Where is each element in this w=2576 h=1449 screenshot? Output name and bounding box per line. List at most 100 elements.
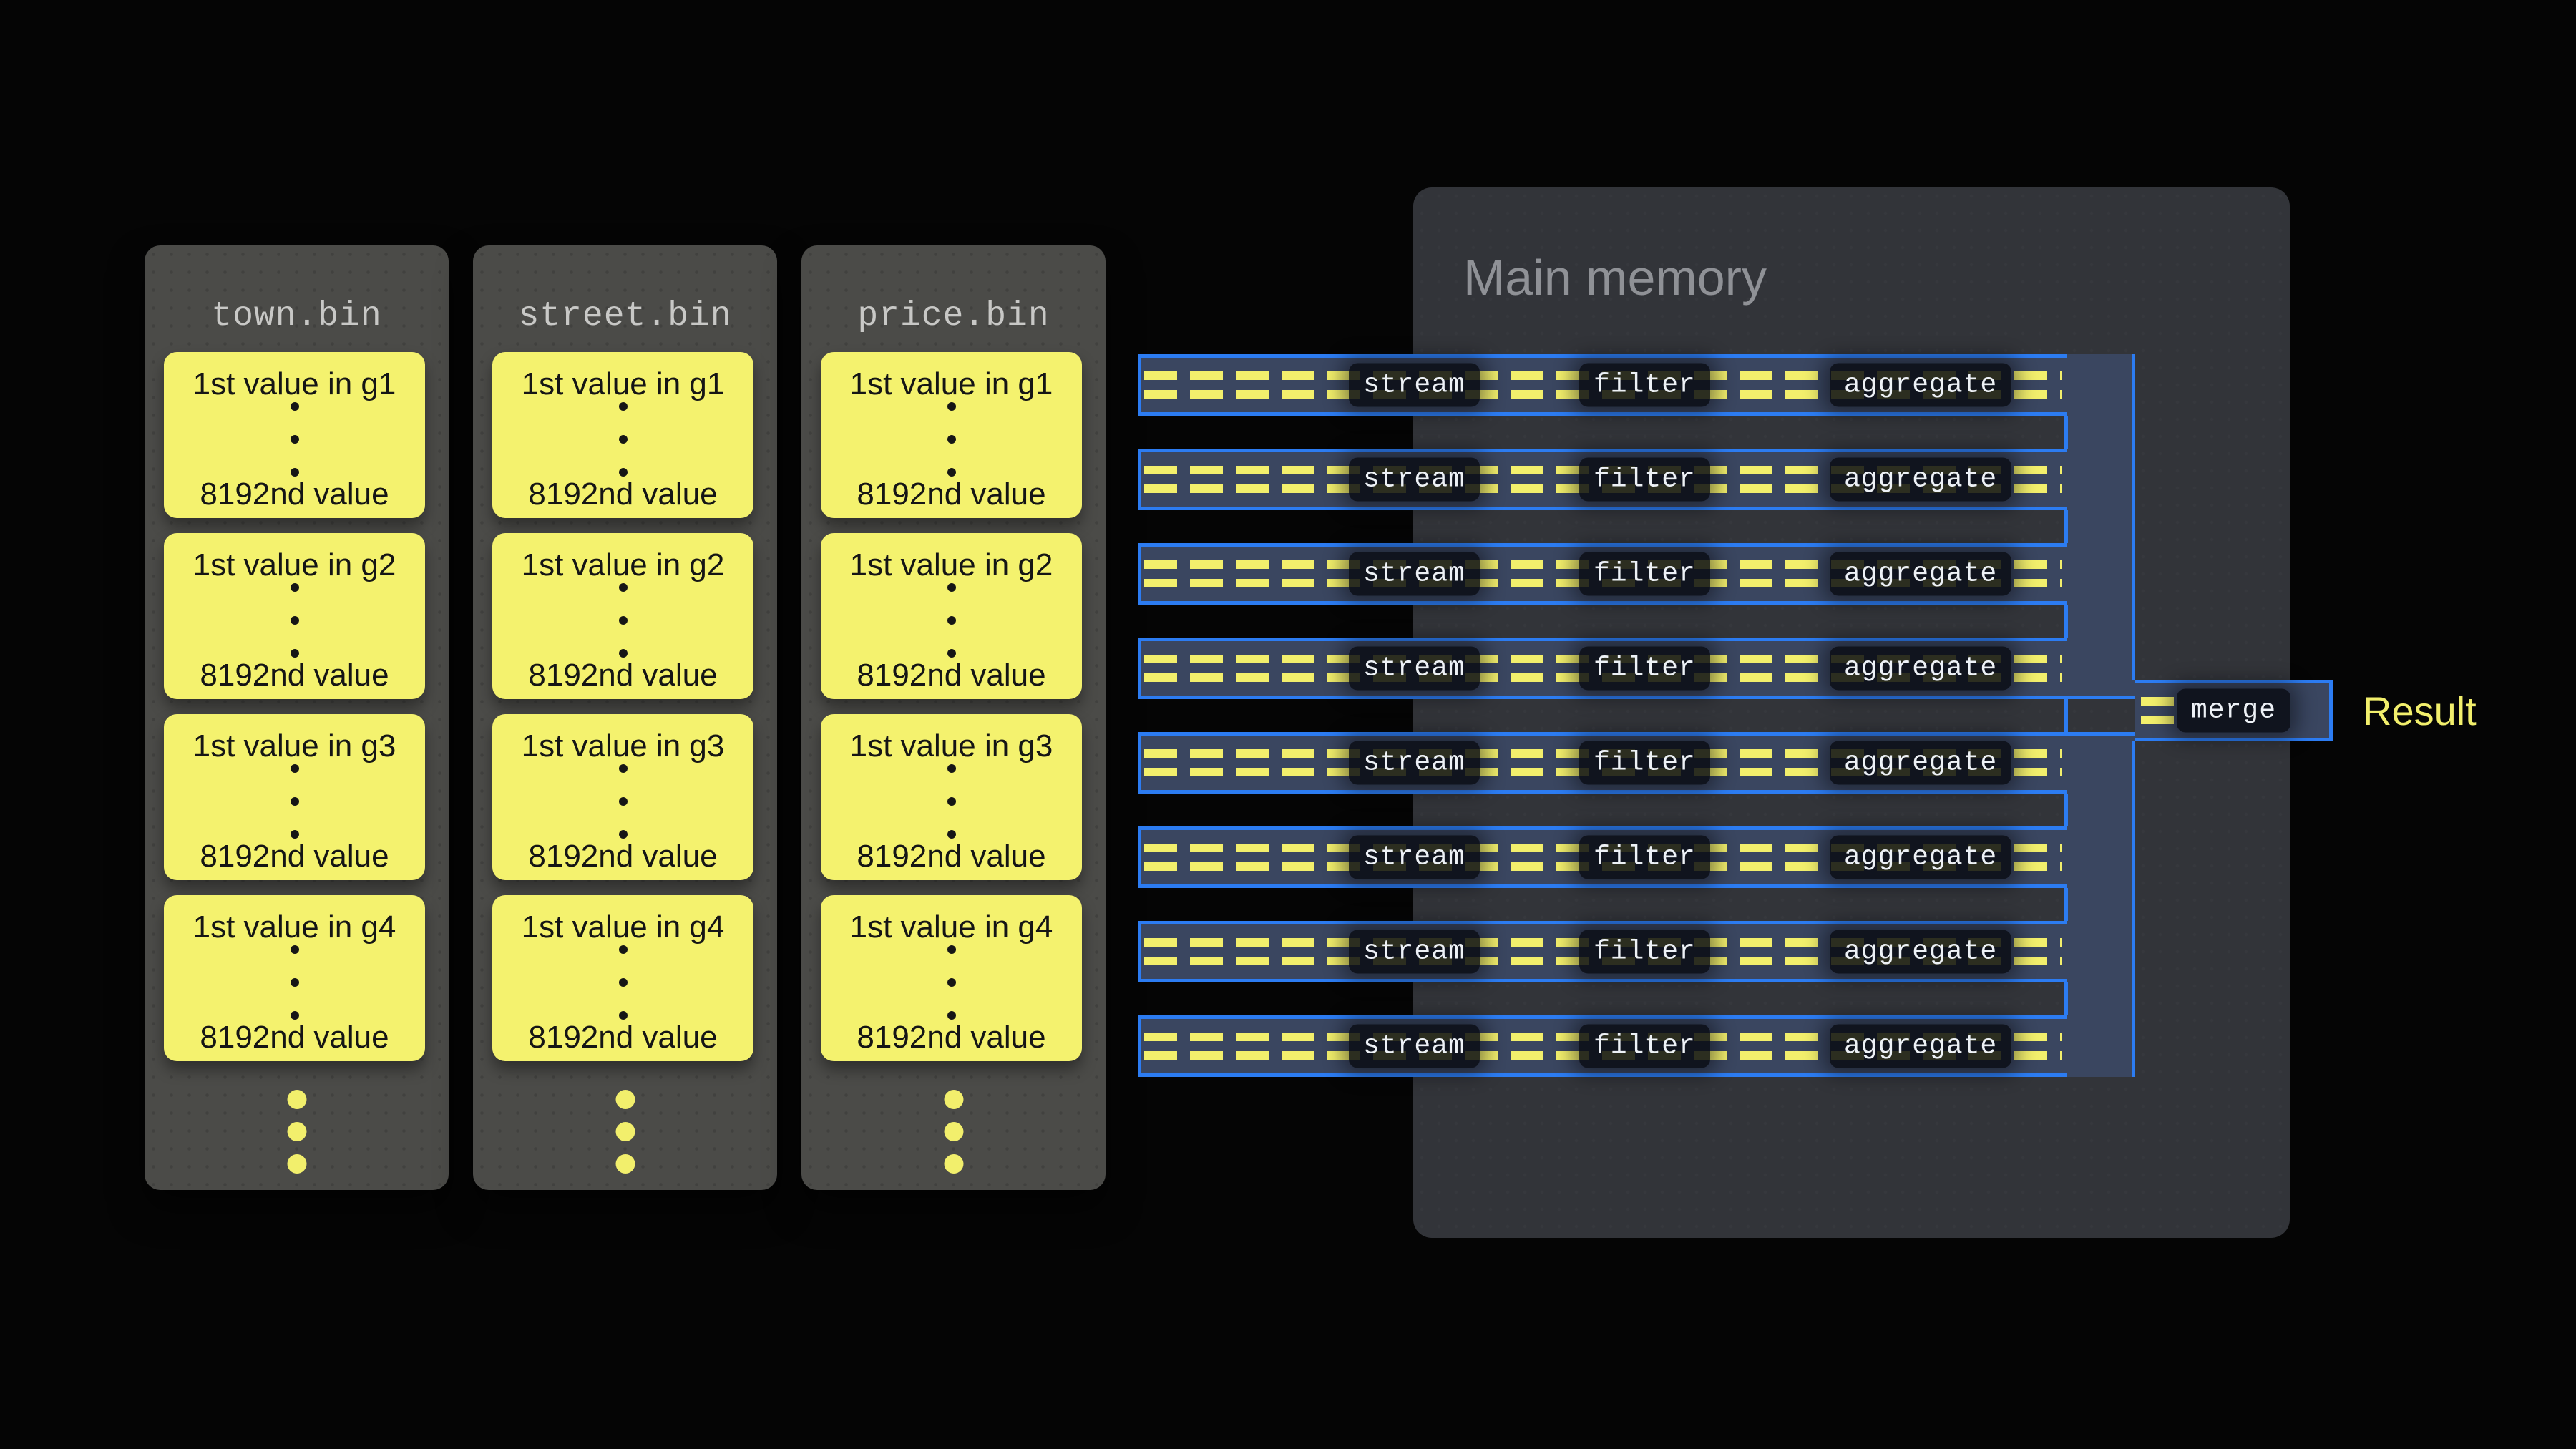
group-last-value: 8192nd value — [528, 1020, 717, 1055]
group-block-g3: 1st value in g3 8192nd value — [492, 714, 753, 880]
group-block-g2: 1st value in g2 8192nd value — [492, 533, 753, 699]
merge-stage-chip: merge — [2177, 689, 2290, 733]
filter-stage-chip: filter — [1579, 836, 1710, 879]
more-groups-dots — [615, 1090, 635, 1174]
channel-edge-segment — [2064, 605, 2068, 638]
group-block-g4: 1st value in g4 8192nd value — [492, 895, 753, 1061]
ellipsis-dots — [619, 945, 628, 1020]
ellipsis-dots — [947, 764, 956, 839]
group-block-g1: 1st value in g1 8192nd value — [821, 352, 1082, 518]
group-first-value: 1st value in g1 — [850, 366, 1053, 402]
file-column-street: street.bin 1st value in g1 8192nd value … — [473, 245, 777, 1190]
ellipsis-dots — [291, 945, 299, 1020]
ellipsis-dots — [619, 764, 628, 839]
more-groups-dots — [944, 1090, 963, 1174]
diagram-canvas: town.bin 1st value in g1 8192nd value 1s… — [0, 0, 2576, 1449]
ellipsis-dots — [619, 402, 628, 477]
file-column-town: town.bin 1st value in g1 8192nd value 1s… — [145, 245, 449, 1190]
group-block-g3: 1st value in g3 8192nd value — [821, 714, 1082, 880]
ellipsis-dots — [291, 402, 299, 477]
merge-node: merge — [2135, 680, 2333, 741]
stream-stage-chip: stream — [1349, 647, 1480, 691]
pipeline-row-8: stream filter aggregate — [1138, 1015, 2135, 1077]
group-first-value: 1st value in g2 — [850, 547, 1053, 583]
stream-stage-chip: stream — [1349, 552, 1480, 596]
group-first-value: 1st value in g3 — [850, 728, 1053, 764]
ellipsis-dots — [291, 764, 299, 839]
data-flow-dashes — [2141, 697, 2174, 724]
main-memory-title: Main memory — [1463, 249, 1767, 306]
pipeline-row-3: stream filter aggregate — [1138, 543, 2135, 605]
aggregate-stage-chip: aggregate — [1830, 741, 2011, 785]
group-first-value: 1st value in g1 — [522, 366, 725, 402]
channel-edge-segment — [2064, 888, 2068, 921]
pipeline-row-5: stream filter aggregate — [1138, 732, 2135, 794]
group-last-value: 8192nd value — [528, 477, 717, 512]
group-last-value: 8192nd value — [857, 839, 1045, 874]
file-name-label: street.bin — [473, 297, 777, 336]
channel-edge-segment — [2064, 794, 2068, 826]
stream-stage-chip: stream — [1349, 741, 1480, 785]
stream-stage-chip: stream — [1349, 364, 1480, 407]
aggregate-stage-chip: aggregate — [1830, 364, 2011, 407]
group-block-g1: 1st value in g1 8192nd value — [164, 352, 425, 518]
filter-stage-chip: filter — [1579, 552, 1710, 596]
group-last-value: 8192nd value — [200, 839, 389, 874]
group-block-g4: 1st value in g4 8192nd value — [821, 895, 1082, 1061]
merge-channel-lower — [2067, 741, 2135, 1077]
ellipsis-dots — [947, 402, 956, 477]
aggregate-stage-chip: aggregate — [1830, 930, 2011, 974]
group-first-value: 1st value in g4 — [850, 909, 1053, 945]
group-first-value: 1st value in g2 — [193, 547, 396, 583]
filter-stage-chip: filter — [1579, 647, 1710, 691]
ellipsis-dots — [947, 583, 956, 658]
group-first-value: 1st value in g4 — [193, 909, 396, 945]
stream-stage-chip: stream — [1349, 458, 1480, 502]
ellipsis-dots — [291, 583, 299, 658]
ellipsis-dots — [619, 583, 628, 658]
more-groups-dots — [287, 1090, 306, 1174]
aggregate-stage-chip: aggregate — [1830, 552, 2011, 596]
pipeline-row-6: stream filter aggregate — [1138, 826, 2135, 888]
group-first-value: 1st value in g2 — [522, 547, 725, 583]
group-first-value: 1st value in g3 — [522, 728, 725, 764]
group-first-value: 1st value in g4 — [522, 909, 725, 945]
channel-edge-segment — [2064, 416, 2068, 449]
group-block-g2: 1st value in g2 8192nd value — [821, 533, 1082, 699]
ellipsis-dots — [947, 945, 956, 1020]
pipeline-row-4: stream filter aggregate — [1138, 638, 2135, 699]
result-label: Result — [2363, 680, 2477, 741]
pipeline-row-1: stream filter aggregate — [1138, 354, 2135, 416]
group-block-g1: 1st value in g1 8192nd value — [492, 352, 753, 518]
filter-stage-chip: filter — [1579, 930, 1710, 974]
filter-stage-chip: filter — [1579, 364, 1710, 407]
file-name-label: town.bin — [145, 297, 449, 336]
merge-channel-upper — [2067, 354, 2135, 680]
pipeline-row-7: stream filter aggregate — [1138, 921, 2135, 982]
group-first-value: 1st value in g3 — [193, 728, 396, 764]
channel-edge-segment — [2064, 699, 2068, 732]
group-block-g4: 1st value in g4 8192nd value — [164, 895, 425, 1061]
group-last-value: 8192nd value — [857, 658, 1045, 693]
group-first-value: 1st value in g1 — [193, 366, 396, 402]
group-last-value: 8192nd value — [857, 477, 1045, 512]
pipeline-row-2: stream filter aggregate — [1138, 449, 2135, 510]
stream-stage-chip: stream — [1349, 1025, 1480, 1068]
channel-edge-segment — [2064, 982, 2068, 1015]
channel-edge-segment — [2064, 510, 2068, 543]
group-last-value: 8192nd value — [528, 658, 717, 693]
filter-stage-chip: filter — [1579, 1025, 1710, 1068]
file-name-label: price.bin — [801, 297, 1106, 336]
group-block-g2: 1st value in g2 8192nd value — [164, 533, 425, 699]
aggregate-stage-chip: aggregate — [1830, 647, 2011, 691]
group-last-value: 8192nd value — [200, 1020, 389, 1055]
group-block-g3: 1st value in g3 8192nd value — [164, 714, 425, 880]
group-last-value: 8192nd value — [200, 477, 389, 512]
group-last-value: 8192nd value — [857, 1020, 1045, 1055]
aggregate-stage-chip: aggregate — [1830, 1025, 2011, 1068]
stream-stage-chip: stream — [1349, 836, 1480, 879]
stream-stage-chip: stream — [1349, 930, 1480, 974]
group-last-value: 8192nd value — [528, 839, 717, 874]
filter-stage-chip: filter — [1579, 458, 1710, 502]
aggregate-stage-chip: aggregate — [1830, 836, 2011, 879]
